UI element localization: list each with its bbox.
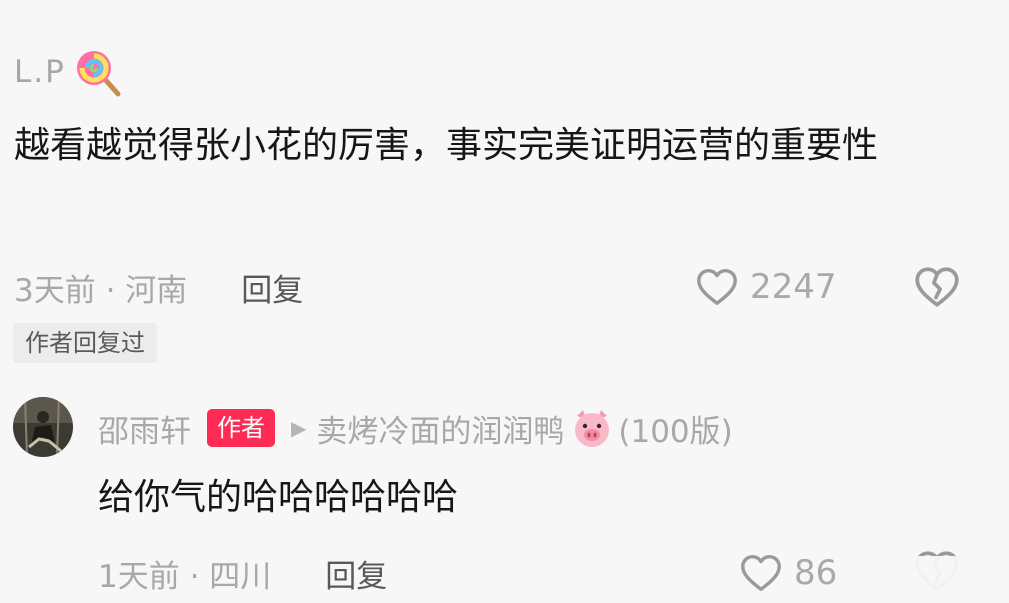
comment-time-location: 3天前 · 河南	[14, 272, 188, 309]
reply-reply-button[interactable]: 回复	[325, 551, 387, 596]
reply-username[interactable]: 邵雨轩	[98, 406, 191, 451]
username-text: L.P	[14, 54, 66, 90]
broken-heart-icon[interactable]	[912, 262, 962, 312]
reply-header: 邵雨轩 作者 ▶ 卖烤冷面的润润鸭 (100版)	[98, 404, 733, 452]
reply-to-username[interactable]: 卖烤冷面的润润鸭	[316, 406, 564, 451]
reply-button[interactable]: 回复	[241, 265, 303, 310]
like-count: 2247	[750, 267, 837, 307]
comment-text: 越看越觉得张小花的厉害，事实完美证明运营的重要性	[14, 125, 879, 166]
pig-face-icon	[575, 410, 610, 447]
lollipop-icon	[76, 51, 121, 97]
reply-meta: 1天前 · 四川 回复	[98, 546, 387, 600]
reply-like-count: 86	[794, 553, 838, 593]
author-replied-badge[interactable]: 作者回复过	[13, 323, 157, 363]
play-triangle-icon: ▶	[291, 416, 307, 440]
comment-meta: 3天前 · 河南 回复	[14, 260, 303, 314]
avatar[interactable]	[13, 397, 73, 457]
reply-time-location: 1天前 · 四川	[98, 558, 272, 595]
reply-like-button[interactable]: 86	[738, 546, 837, 600]
like-button[interactable]: 2247	[694, 260, 837, 314]
comment-username[interactable]: L.P	[14, 51, 124, 97]
reply-version: (100版)	[618, 413, 733, 450]
heart-icon	[697, 268, 737, 306]
watermark-overlay	[836, 556, 1006, 596]
heart-icon	[741, 554, 781, 592]
reply-text: 给你气的哈哈哈哈哈哈	[98, 477, 459, 518]
author-badge: 作者	[207, 409, 275, 447]
